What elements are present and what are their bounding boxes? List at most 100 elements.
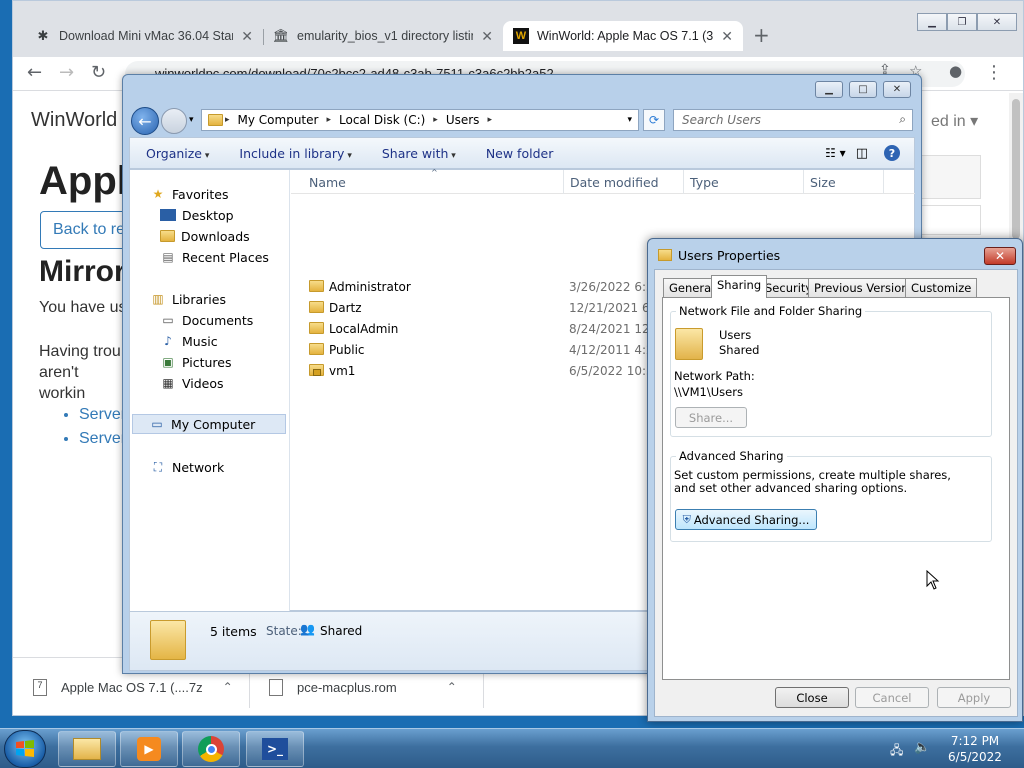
site-brand[interactable]: WinWorld bbox=[31, 109, 117, 132]
maximize-icon[interactable]: □ bbox=[849, 81, 877, 98]
sidebar-box bbox=[921, 155, 981, 199]
explorer-titlebar[interactable]: ▁ □ ✕ bbox=[123, 75, 921, 105]
volume-icon[interactable]: 🔈 bbox=[914, 740, 930, 755]
winworld-favicon-icon: W bbox=[513, 28, 529, 44]
search-icon[interactable]: ⌕ bbox=[899, 112, 906, 127]
reload-icon[interactable]: ↻ bbox=[91, 62, 106, 83]
back-arrow-icon[interactable]: ← bbox=[131, 107, 159, 135]
command-bar: Organize Include in library Share with N… bbox=[129, 137, 915, 169]
dialog-client: General Sharing Security Previous Versio… bbox=[654, 269, 1018, 717]
browser-tab-winworld[interactable]: W WinWorld: Apple Mac OS 7.1 (3.5 ✕ bbox=[503, 21, 743, 51]
column-date-modified[interactable]: Date modified bbox=[570, 175, 659, 190]
address-breadcrumb[interactable]: ▸ My Computer ▸ Local Disk (C:) ▸ Users … bbox=[201, 109, 639, 131]
scrollbar-thumb[interactable] bbox=[1012, 99, 1020, 239]
search-input[interactable]: Search Users ⌕ bbox=[673, 109, 913, 131]
profile-avatar-icon[interactable]: ● bbox=[949, 62, 962, 80]
new-folder-button[interactable]: New folder bbox=[486, 146, 554, 161]
breadcrumb-my-computer[interactable]: My Computer bbox=[238, 113, 319, 127]
downloads-folder-icon bbox=[160, 230, 175, 242]
refresh-icon[interactable]: ⟳ bbox=[643, 109, 665, 131]
breadcrumb-local-disk[interactable]: Local Disk (C:) bbox=[339, 113, 425, 127]
close-tab-icon[interactable]: ✕ bbox=[481, 28, 493, 45]
window-close-icon[interactable]: ✕ bbox=[977, 13, 1017, 31]
forward-arrow-icon[interactable]: → bbox=[59, 62, 74, 83]
server-link[interactable]: Server bbox=[79, 427, 126, 451]
shared-folder-icon bbox=[675, 328, 703, 360]
close-tab-icon[interactable]: ✕ bbox=[721, 28, 733, 45]
preview-pane-icon[interactable]: ◫ bbox=[856, 146, 868, 161]
advanced-sharing-group: Advanced Sharing Set custom permissions,… bbox=[670, 449, 992, 542]
nav-my-computer[interactable]: ▭ My Computer bbox=[132, 414, 286, 434]
close-icon[interactable]: ✕ bbox=[984, 247, 1016, 265]
chevron-up-icon[interactable]: ⌃ bbox=[223, 680, 233, 694]
clock-date: 6/5/2022 bbox=[948, 750, 1002, 764]
nav-documents[interactable]: ▭ Documents bbox=[160, 310, 253, 330]
shared-users-icon: 👥 bbox=[300, 622, 315, 636]
nav-recent-places[interactable]: ▤ Recent Places bbox=[160, 247, 269, 267]
nav-network[interactable]: ⛶ Network bbox=[150, 457, 224, 477]
include-in-library-menu[interactable]: Include in library bbox=[239, 146, 351, 161]
chrome-icon bbox=[198, 736, 224, 762]
nav-favorites[interactable]: ★ Favorites bbox=[150, 184, 229, 204]
clock[interactable]: 7:12 PM 6/5/2022 bbox=[940, 733, 1010, 765]
help-icon[interactable]: ? bbox=[884, 145, 900, 161]
browser-tab-minivmac[interactable]: ✱ Download Mini vMac 36.04 Stand ✕ bbox=[25, 21, 263, 51]
folder-icon bbox=[309, 301, 324, 313]
libraries-icon: ▥ bbox=[152, 292, 164, 306]
browser-tab-emularity[interactable]: 🏛 emularity_bios_v1 directory listin ✕ bbox=[263, 21, 503, 51]
minimize-icon[interactable]: ▁ bbox=[917, 13, 947, 31]
network-icon: ⛶ bbox=[153, 459, 163, 474]
uac-shield-icon: ⛨ bbox=[682, 512, 691, 526]
view-options-icon[interactable]: ☷ ▾ bbox=[825, 146, 846, 160]
nav-music[interactable]: ♪ Music bbox=[160, 331, 217, 351]
tab-customize[interactable]: Customize bbox=[905, 278, 978, 297]
column-size[interactable]: Size bbox=[810, 175, 836, 190]
restore-icon[interactable]: ❐ bbox=[947, 13, 977, 31]
menu-dots-icon[interactable]: ⋮ bbox=[985, 62, 1003, 83]
minimize-icon[interactable]: ▁ bbox=[815, 81, 843, 98]
back-arrow-icon[interactable]: ← bbox=[27, 62, 42, 83]
address-dropdown-icon[interactable]: ▾ bbox=[627, 115, 632, 125]
recent-pages-dropdown-icon[interactable]: ▾ bbox=[189, 115, 194, 125]
network-status-icon[interactable]: 🖧 bbox=[890, 741, 903, 762]
nav-pictures[interactable]: ▣ Pictures bbox=[160, 352, 231, 372]
share-with-menu[interactable]: Share with bbox=[382, 146, 456, 161]
nav-libraries[interactable]: ▥ Libraries bbox=[150, 289, 226, 309]
tab-previous-versions[interactable]: Previous Versions bbox=[808, 278, 921, 297]
close-tab-icon[interactable]: ✕ bbox=[241, 28, 253, 45]
group-label: Advanced Sharing bbox=[676, 449, 787, 463]
taskbar-media-player[interactable]: ▶ bbox=[120, 731, 178, 767]
page-title: Appl bbox=[39, 159, 128, 203]
mirrors-heading: Mirror bbox=[39, 255, 126, 288]
nav-desktop[interactable]: Desktop bbox=[160, 205, 234, 225]
breadcrumb-users[interactable]: Users bbox=[446, 113, 480, 127]
archive-file-icon: 7 bbox=[33, 678, 47, 696]
organize-menu[interactable]: Organize bbox=[146, 146, 209, 161]
taskbar: ▶ >_ 🖧 🔈 7:12 PM 6/5/2022 bbox=[0, 728, 1024, 768]
apply-button[interactable]: Apply bbox=[937, 687, 1011, 708]
taskbar-powershell[interactable]: >_ bbox=[246, 731, 304, 767]
nav-videos[interactable]: ▦ Videos bbox=[160, 373, 223, 393]
new-tab-icon[interactable]: + bbox=[753, 23, 770, 47]
nav-downloads[interactable]: Downloads bbox=[160, 226, 250, 246]
share-button[interactable]: Share... bbox=[675, 407, 747, 428]
close-button[interactable]: Close bbox=[775, 687, 849, 708]
server-link[interactable]: Server bbox=[79, 403, 126, 427]
signin-menu[interactable]: ed in ▾ bbox=[931, 111, 978, 131]
close-icon[interactable]: ✕ bbox=[883, 81, 911, 98]
recent-places-icon: ▤ bbox=[162, 250, 174, 264]
column-type[interactable]: Type bbox=[690, 175, 719, 190]
users-properties-dialog: Users Properties ✕ General Sharing Secur… bbox=[647, 238, 1023, 722]
media-player-icon: ▶ bbox=[137, 737, 161, 761]
column-name[interactable]: Name bbox=[309, 175, 346, 190]
folder-icon bbox=[658, 249, 672, 261]
taskbar-explorer[interactable] bbox=[58, 731, 116, 767]
start-button[interactable] bbox=[4, 730, 46, 768]
advanced-sharing-button[interactable]: ⛨ Advanced Sharing... bbox=[675, 509, 817, 530]
tab-sharing[interactable]: Sharing bbox=[711, 275, 768, 298]
taskbar-chrome[interactable] bbox=[182, 731, 240, 767]
cancel-button[interactable]: Cancel bbox=[855, 687, 929, 708]
forward-arrow-icon[interactable] bbox=[161, 108, 187, 134]
sort-up-icon: ^ bbox=[431, 168, 438, 177]
chevron-up-icon[interactable]: ⌃ bbox=[447, 680, 457, 694]
